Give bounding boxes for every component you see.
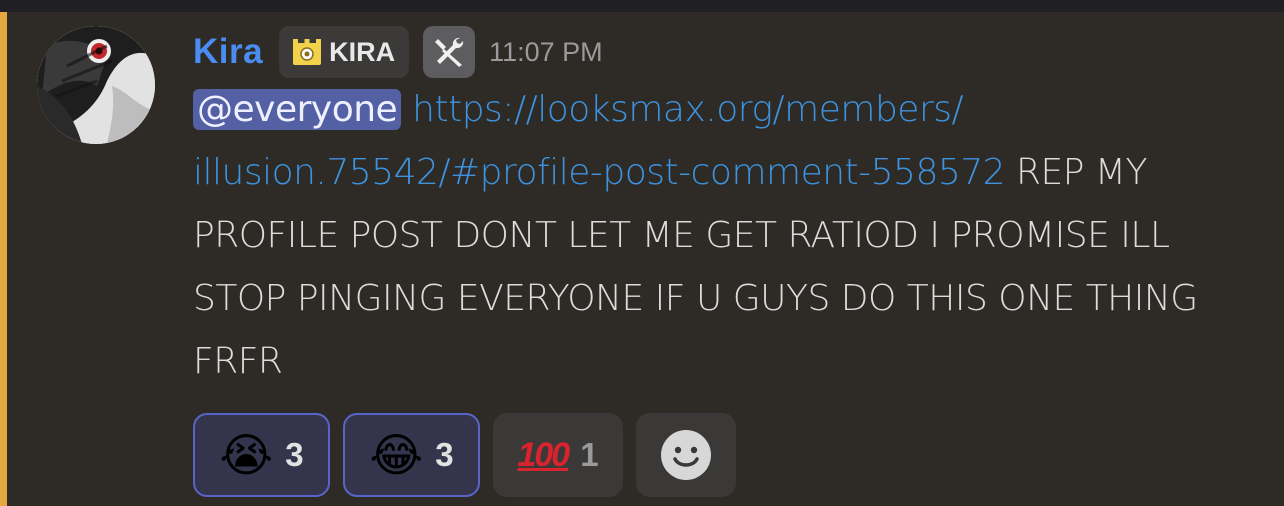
crown-castle-icon	[293, 39, 322, 65]
message-content: @everyone https://looksmax.org/members/i…	[193, 78, 1268, 393]
tears-of-joy-face-icon: 😂	[369, 428, 424, 482]
author-username[interactable]: Kira	[193, 32, 263, 72]
reaction-tears-of-joy[interactable]: 😂 3	[343, 413, 480, 497]
everyone-mention[interactable]: @everyone	[193, 89, 402, 130]
link-part-2: illusion.75542/#profile-post-comment-558…	[193, 152, 1006, 193]
mention-highlight-bar	[0, 12, 7, 506]
reaction-count: 3	[435, 436, 454, 473]
loudly-crying-face-icon: 😭	[219, 428, 274, 482]
reaction-hundred-points[interactable]: 100 1	[493, 413, 623, 497]
reaction-count: 3	[285, 436, 304, 473]
add-reaction-button[interactable]	[636, 413, 736, 497]
hundred-points-icon: 100	[517, 435, 570, 474]
reaction-count: 1	[580, 436, 599, 473]
chat-message: Kira KIRA 11:07 PM @everyone https://loo…	[7, 12, 1284, 506]
timestamp: 11:07 PM	[489, 36, 603, 67]
link-part-1: https://looksmax.org/members/	[412, 89, 964, 130]
role-tag[interactable]: KIRA	[279, 26, 410, 78]
avatar-image	[37, 26, 155, 144]
hammer-wrench-icon[interactable]	[423, 26, 476, 78]
reactions-bar: 😭 3 😂 3 100 1	[193, 413, 736, 497]
add-reaction-smiley-icon	[661, 430, 711, 480]
top-bar	[0, 0, 1284, 12]
reaction-loudly-crying[interactable]: 😭 3	[193, 413, 330, 497]
avatar[interactable]	[37, 26, 155, 144]
role-label: KIRA	[329, 36, 396, 67]
message-header: Kira KIRA 11:07 PM	[193, 26, 603, 78]
